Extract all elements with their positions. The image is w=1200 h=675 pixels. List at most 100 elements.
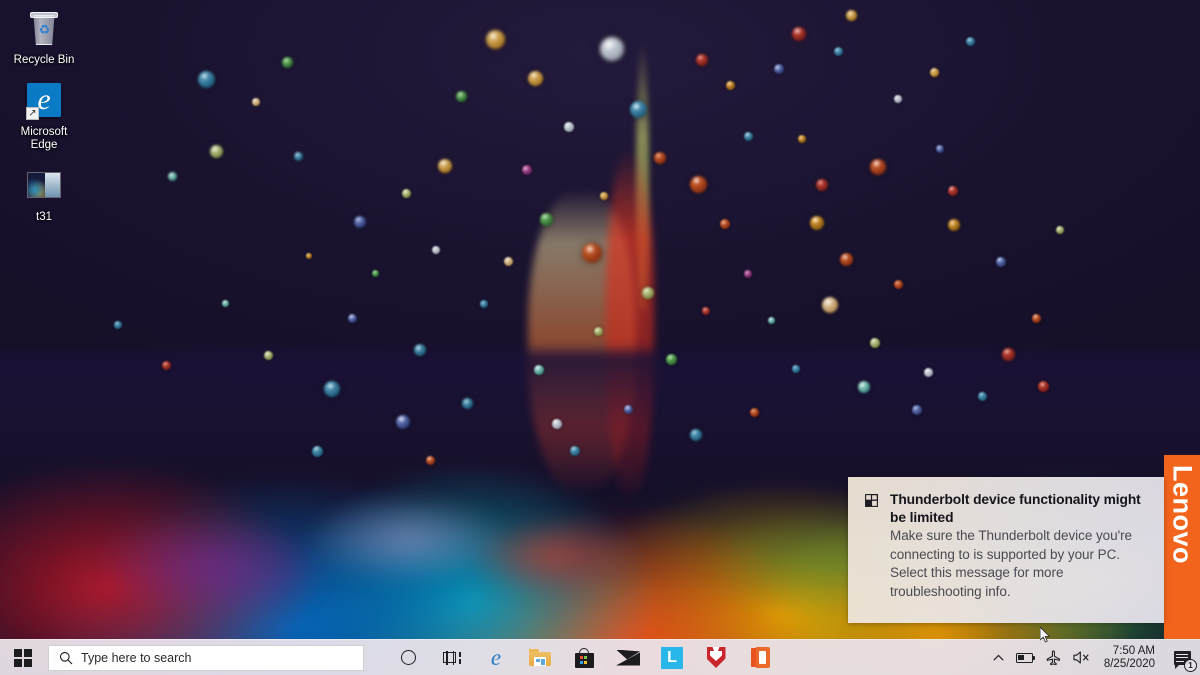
airplane-mode-button[interactable] bbox=[1039, 640, 1067, 675]
shield-icon bbox=[706, 647, 726, 668]
notification-message: Make sure the Thunderbolt device you're … bbox=[890, 528, 1133, 599]
airplane-mode-icon bbox=[1046, 650, 1060, 665]
image-thumbnail-icon bbox=[24, 167, 64, 207]
wallpaper-droplet bbox=[564, 121, 574, 132]
taskbar: Type here to search e L 7:50 AM 8/25/202… bbox=[0, 639, 1200, 675]
wallpaper-droplet bbox=[426, 455, 435, 465]
shortcut-arrow-icon: ↗ bbox=[26, 107, 39, 120]
notification-toast[interactable]: Thunderbolt device functionality might b… bbox=[848, 477, 1164, 623]
desktop-icon-microsoft-edge[interactable]: e ↗ Microsoft Edge bbox=[8, 78, 80, 157]
wallpaper-droplet bbox=[1002, 347, 1015, 361]
wallpaper-droplet bbox=[792, 27, 806, 41]
wallpaper-droplet bbox=[354, 216, 366, 228]
chevron-up-icon bbox=[993, 654, 1004, 661]
wallpaper-droplet bbox=[948, 185, 958, 196]
clock-time: 7:50 AM bbox=[1112, 644, 1155, 657]
windows-logo-icon bbox=[14, 648, 32, 667]
notification-title: Thunderbolt device functionality might b… bbox=[890, 492, 1141, 525]
clock-date: 8/25/2020 bbox=[1103, 657, 1155, 670]
wallpaper-droplet bbox=[294, 151, 303, 161]
wallpaper-droplet bbox=[690, 428, 702, 441]
notification-body: Thunderbolt device functionality might b… bbox=[890, 491, 1150, 613]
microsoft-store-button[interactable] bbox=[562, 640, 606, 675]
volume-button[interactable] bbox=[1067, 640, 1097, 675]
wallpaper-droplet bbox=[264, 351, 273, 360]
speaker-muted-icon bbox=[1073, 651, 1089, 664]
desktop-icon-label: Microsoft Edge bbox=[20, 126, 68, 151]
notification-count-badge: 1 bbox=[1184, 658, 1197, 672]
taskbar-app-buttons: e L bbox=[386, 640, 782, 675]
wallpaper-droplet bbox=[114, 320, 122, 329]
battery-icon bbox=[1015, 652, 1036, 663]
wallpaper-droplet bbox=[540, 212, 553, 226]
side-panel-label: Lenovo bbox=[1167, 465, 1198, 565]
wallpaper-droplet bbox=[1032, 313, 1041, 323]
search-input[interactable]: Type here to search bbox=[48, 644, 364, 671]
wallpaper-droplet bbox=[870, 337, 880, 348]
file-explorer-button[interactable] bbox=[518, 640, 562, 675]
lenovo-side-panel[interactable]: Lenovo bbox=[1164, 455, 1200, 639]
wallpaper-droplet bbox=[822, 297, 838, 313]
task-view-button[interactable] bbox=[430, 640, 474, 675]
wallpaper-droplet bbox=[198, 70, 215, 88]
wallpaper-droplet bbox=[816, 178, 828, 191]
wallpaper-droplet bbox=[600, 37, 624, 62]
wallpaper-droplet bbox=[798, 135, 806, 143]
wallpaper-droplet bbox=[996, 256, 1006, 267]
thunderbolt-icon bbox=[862, 491, 880, 613]
wallpaper-droplet bbox=[690, 175, 707, 193]
wallpaper-droplet bbox=[696, 54, 708, 66]
edge-button[interactable]: e bbox=[474, 640, 518, 675]
wallpaper-droplet bbox=[252, 97, 260, 106]
lenovo-l-icon: L bbox=[661, 646, 683, 669]
battery-button[interactable] bbox=[1010, 640, 1039, 675]
wallpaper-droplet bbox=[552, 418, 562, 429]
wallpaper-droplet bbox=[582, 243, 602, 263]
wallpaper-droplet bbox=[654, 151, 666, 164]
office-icon bbox=[750, 647, 770, 668]
wallpaper-droplet bbox=[726, 81, 735, 90]
edge-icon: e bbox=[490, 645, 502, 670]
wallpaper-droplet bbox=[744, 131, 753, 141]
store-bag-icon bbox=[574, 647, 594, 668]
wallpaper-droplet bbox=[930, 67, 939, 77]
desktop-icon-t31[interactable]: t31 bbox=[8, 163, 80, 229]
edge-icon: e ↗ bbox=[24, 82, 64, 122]
folder-icon bbox=[529, 649, 551, 666]
recycle-bin-icon: ♻ bbox=[24, 10, 64, 50]
mcafee-button[interactable] bbox=[694, 640, 738, 675]
wallpaper-droplet bbox=[792, 364, 800, 373]
office-button[interactable] bbox=[738, 640, 782, 675]
wallpaper-droplet bbox=[438, 158, 452, 173]
wallpaper-droplet bbox=[870, 158, 886, 175]
lenovo-vantage-button[interactable]: L bbox=[650, 640, 694, 675]
wallpaper-droplet bbox=[312, 445, 323, 457]
wallpaper-droplet bbox=[642, 286, 654, 299]
start-button[interactable] bbox=[0, 640, 46, 675]
system-tray: 7:50 AM 8/25/2020 1 bbox=[987, 640, 1200, 675]
circle-icon bbox=[400, 650, 416, 665]
wallpaper-droplet bbox=[528, 70, 543, 86]
wallpaper-droplet bbox=[978, 391, 987, 401]
task-view-icon bbox=[443, 650, 461, 665]
desktop-icon-recycle-bin[interactable]: ♻ Recycle Bin bbox=[8, 6, 80, 72]
wallpaper-droplet bbox=[504, 256, 513, 266]
wallpaper-droplet bbox=[534, 364, 544, 375]
wallpaper-droplet bbox=[810, 216, 824, 230]
wallpaper-droplet bbox=[912, 405, 922, 415]
wallpaper-droplet bbox=[570, 445, 580, 456]
wallpaper-droplet bbox=[924, 367, 933, 377]
search-placeholder: Type here to search bbox=[81, 650, 192, 665]
wallpaper-droplet bbox=[894, 94, 902, 103]
mail-button[interactable] bbox=[606, 640, 650, 675]
wallpaper-droplet bbox=[348, 313, 357, 323]
desktop-icon-grid: ♻ Recycle Bin e ↗ Microsoft Edge t31 bbox=[0, 0, 100, 229]
wallpaper-droplet bbox=[372, 270, 379, 277]
action-center-button[interactable]: 1 bbox=[1164, 640, 1200, 675]
wallpaper-droplet bbox=[402, 189, 411, 198]
wallpaper-droplet bbox=[744, 270, 752, 278]
clock-button[interactable]: 7:50 AM 8/25/2020 bbox=[1097, 640, 1164, 675]
envelope-icon bbox=[616, 649, 640, 666]
show-hidden-icons-button[interactable] bbox=[987, 640, 1010, 675]
cortana-button[interactable] bbox=[386, 640, 430, 675]
